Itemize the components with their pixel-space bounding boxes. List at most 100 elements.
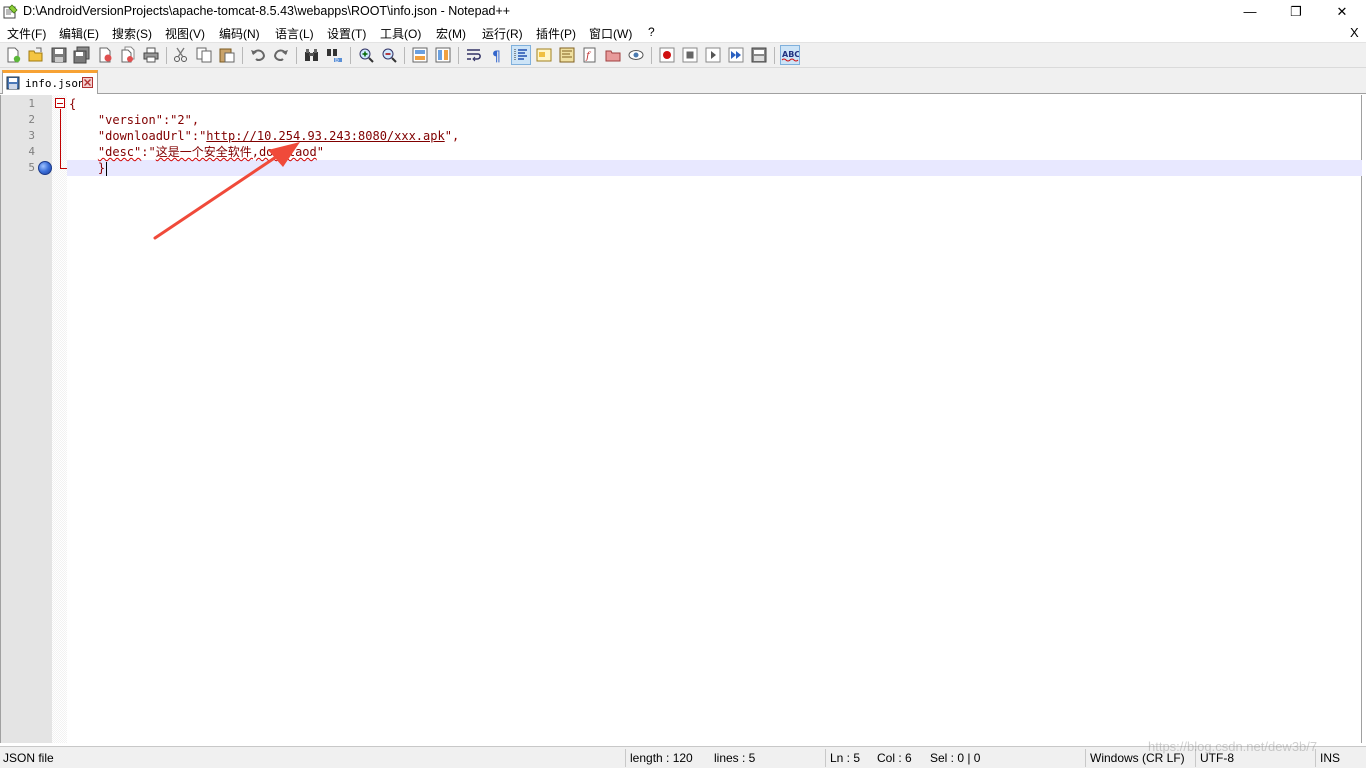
menu-search[interactable]: 搜索(S) (112, 25, 152, 42)
udl-icon[interactable] (535, 46, 553, 64)
open-file-icon[interactable] (27, 46, 45, 64)
cut-icon[interactable] (172, 46, 190, 64)
code-token: : (141, 145, 149, 159)
editor-area[interactable]: 1 2 3 4 5 { "version":"2", "downloadUrl"… (0, 95, 1362, 743)
status-ln: Ln : 5 (830, 751, 861, 765)
undo-icon[interactable] (249, 46, 267, 64)
bookmark-icon[interactable] (38, 161, 52, 175)
new-file-icon[interactable] (4, 46, 22, 64)
close-document-button[interactable]: X (1350, 25, 1359, 40)
toolbar-separator (458, 47, 459, 64)
code-token: " (444, 129, 452, 143)
notepadpp-window: D:\AndroidVersionProjects\apache-tomcat-… (0, 0, 1366, 768)
zoom-out-icon[interactable] (380, 46, 398, 64)
save-all-icon[interactable] (73, 46, 91, 64)
tab-info-json[interactable]: info.json (2, 70, 98, 94)
menu-plugins[interactable]: 插件(P) (536, 25, 576, 42)
close-all-icon[interactable] (119, 46, 137, 64)
status-file-type: JSON file (3, 751, 54, 765)
code-token: " (148, 145, 156, 159)
sync-vertical-icon[interactable] (411, 46, 429, 64)
menu-help[interactable]: ? (648, 25, 655, 39)
code-token: " (316, 145, 324, 159)
spell-check-icon[interactable]: ABC (780, 45, 800, 65)
code-token: , (191, 113, 200, 127)
monitoring-icon[interactable] (627, 46, 645, 64)
code-token: "version" (97, 113, 163, 127)
show-all-chars-icon[interactable]: ¶ (488, 46, 506, 64)
record-macro-icon[interactable] (658, 46, 676, 64)
status-length: length : 120 (630, 751, 693, 765)
save-icon[interactable] (50, 46, 68, 64)
code-token: , (451, 129, 460, 143)
paste-icon[interactable] (218, 46, 236, 64)
toolbar-separator (166, 47, 167, 64)
stop-macro-icon[interactable] (681, 46, 699, 64)
function-list-icon[interactable]: f (581, 46, 599, 64)
menu-language[interactable]: 语言(L) (275, 25, 314, 42)
copy-icon[interactable] (195, 46, 213, 64)
tab-bar: info.json (0, 68, 1366, 94)
window-title: D:\AndroidVersionProjects\apache-tomcat-… (23, 4, 511, 18)
svg-text:¶: ¶ (492, 49, 501, 64)
play-macro-icon[interactable] (704, 46, 722, 64)
find-icon[interactable] (303, 46, 321, 64)
menu-settings[interactable]: 设置(T) (327, 25, 366, 42)
code-line-2: "version":"2", (69, 112, 199, 128)
minimize-button[interactable]: — (1227, 0, 1273, 23)
line-number: 4 (28, 145, 35, 158)
status-col: Col : 6 (877, 751, 912, 765)
close-icon: ✕ (1336, 3, 1348, 19)
menu-bar: 文件(F) 编辑(E) 搜索(S) 视图(V) 编码(N) 语言(L) 设置(T… (0, 23, 1366, 42)
code-line-3: "downloadUrl": "http://10.254.93.243:8080… (69, 128, 459, 144)
fold-end-marker (60, 168, 67, 169)
doc-map-icon[interactable] (558, 46, 576, 64)
close-file-icon[interactable] (96, 46, 114, 64)
menu-run[interactable]: 运行(R) (482, 25, 523, 42)
menu-edit[interactable]: 编辑(E) (59, 25, 99, 42)
menu-tools[interactable]: 工具(O) (380, 25, 421, 42)
folder-workspace-icon[interactable] (604, 46, 622, 64)
close-window-button[interactable]: ✕ (1319, 0, 1365, 23)
run-macro-multiple-icon[interactable] (727, 46, 745, 64)
line-number: 2 (28, 113, 35, 126)
menu-macro[interactable]: 宏(M) (436, 25, 466, 42)
current-line-highlight (67, 160, 1362, 176)
toolbar-separator (774, 47, 775, 64)
sync-horizontal-icon[interactable] (434, 46, 452, 64)
fold-margin (52, 95, 67, 743)
code-token: : (191, 129, 200, 143)
status-insert-mode[interactable]: INS (1320, 751, 1340, 765)
code-token: { (69, 97, 77, 111)
menu-encoding[interactable]: 编码(N) (219, 25, 260, 42)
restore-button[interactable]: ❐ (1273, 0, 1319, 23)
notepadpp-app-icon[interactable] (3, 4, 18, 19)
zoom-in-icon[interactable] (357, 46, 375, 64)
menu-view[interactable]: 视图(V) (165, 25, 205, 42)
indent-guide-icon[interactable] (511, 45, 531, 65)
print-icon[interactable] (142, 46, 160, 64)
code-token: 这是一个安全软件,downlaod (155, 145, 317, 159)
word-wrap-icon[interactable] (465, 46, 483, 64)
fold-line (60, 109, 61, 169)
menu-window[interactable]: 窗口(W) (589, 25, 632, 42)
code-token: "downloadUrl" (97, 129, 192, 143)
tab-close-icon[interactable] (82, 77, 93, 88)
status-separator (625, 749, 626, 767)
replace-icon[interactable]: b (326, 46, 344, 64)
svg-text:b: b (335, 57, 339, 64)
code-token: http://10.254.93.243:8080/xxx.apk (206, 129, 445, 143)
code-token: "2" (170, 113, 192, 127)
svg-text:ABC: ABC (782, 50, 799, 59)
code-line-5: } (69, 160, 105, 176)
toolbar: b ¶ f ABC (0, 42, 1366, 68)
redo-icon[interactable] (272, 46, 290, 64)
status-separator (1085, 749, 1086, 767)
save-macro-icon[interactable] (750, 46, 768, 64)
line-number-margin: 1 2 3 4 5 (1, 95, 52, 743)
fold-collapse-icon[interactable] (55, 98, 65, 108)
line-number: 3 (28, 129, 35, 142)
menu-file[interactable]: 文件(F) (7, 25, 46, 42)
